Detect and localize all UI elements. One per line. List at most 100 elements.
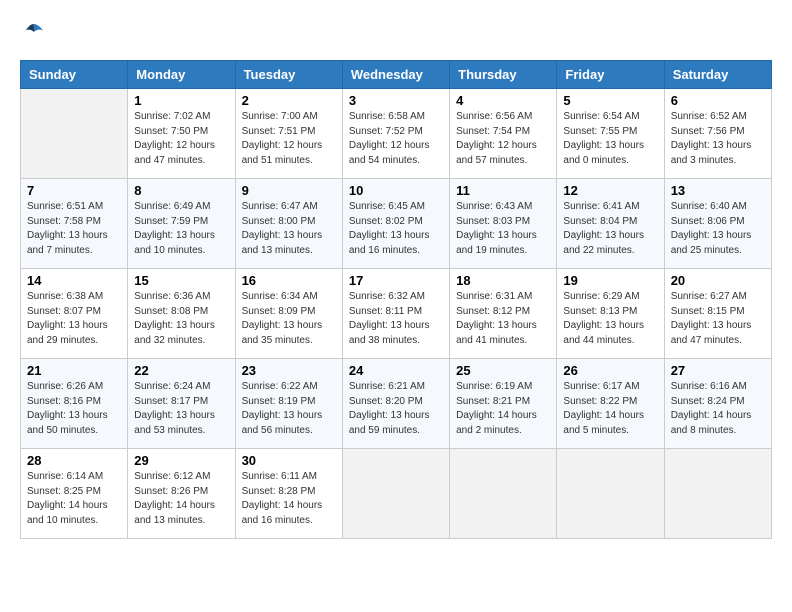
day-info: Sunrise: 6:22 AMSunset: 8:19 PMDaylight:… bbox=[242, 380, 336, 438]
weekday-header: Tuesday bbox=[235, 61, 342, 89]
day-number: 8 bbox=[134, 183, 228, 198]
day-info: Sunrise: 6:58 AMSunset: 7:52 PMDaylight:… bbox=[349, 110, 443, 168]
calendar-table: SundayMondayTuesdayWednesdayThursdayFrid… bbox=[20, 60, 772, 539]
page-header bbox=[20, 20, 772, 44]
day-number: 2 bbox=[242, 93, 336, 108]
weekday-header: Wednesday bbox=[342, 61, 449, 89]
day-info: Sunrise: 6:14 AMSunset: 8:25 PMDaylight:… bbox=[27, 470, 121, 528]
calendar-cell: 22 Sunrise: 6:24 AMSunset: 8:17 PMDayligh… bbox=[128, 359, 235, 449]
day-number: 7 bbox=[27, 183, 121, 198]
calendar-week-row: 14Sunrise: 6:38 AMSunset: 8:07 PMDayligh… bbox=[21, 269, 772, 359]
calendar-cell: 5Sunrise: 6:54 AMSunset: 7:55 PMDaylight… bbox=[557, 89, 664, 179]
calendar-cell: 2Sunrise: 7:00 AMSunset: 7:51 PMDaylight… bbox=[235, 89, 342, 179]
calendar-cell: 16 Sunrise: 6:34 AMSunset: 8:09 PMDayligh… bbox=[235, 269, 342, 359]
calendar-cell: 12 Sunrise: 6:41 AMSunset: 8:04 PMDayligh… bbox=[557, 179, 664, 269]
day-number: 23 bbox=[242, 363, 336, 378]
day-info: Sunrise: 6:16 AMSunset: 8:24 PMDaylight:… bbox=[671, 380, 765, 438]
day-number: 12 bbox=[563, 183, 657, 198]
day-number: 24 bbox=[349, 363, 443, 378]
day-number: 16 bbox=[242, 273, 336, 288]
day-info: Sunrise: 6:17 AMSunset: 8:22 PMDaylight:… bbox=[563, 380, 657, 438]
day-number: 6 bbox=[671, 93, 765, 108]
weekday-header: Monday bbox=[128, 61, 235, 89]
calendar-week-row: 1 Sunrise: 7:02 AMSunset: 7:50 PMDaylight… bbox=[21, 89, 772, 179]
calendar-cell: 7 Sunrise: 6:51 AMSunset: 7:58 PMDaylight… bbox=[21, 179, 128, 269]
day-info: Sunrise: 6:41 AMSunset: 8:04 PMDaylight:… bbox=[563, 200, 657, 258]
day-number: 22 bbox=[134, 363, 228, 378]
calendar-week-row: 7 Sunrise: 6:51 AMSunset: 7:58 PMDaylight… bbox=[21, 179, 772, 269]
day-info: Sunrise: 6:51 AMSunset: 7:58 PMDaylight:… bbox=[27, 200, 121, 258]
day-number: 18 bbox=[456, 273, 550, 288]
day-number: 20 bbox=[671, 273, 765, 288]
weekday-header: Friday bbox=[557, 61, 664, 89]
day-info: Sunrise: 6:34 AMSunset: 8:09 PMDaylight:… bbox=[242, 290, 336, 348]
day-info: Sunrise: 7:02 AMSunset: 7:50 PMDaylight:… bbox=[134, 110, 228, 168]
day-info: Sunrise: 6:43 AMSunset: 8:03 PMDaylight:… bbox=[456, 200, 550, 258]
day-number: 19 bbox=[563, 273, 657, 288]
calendar-cell: 3 Sunrise: 6:58 AMSunset: 7:52 PMDaylight… bbox=[342, 89, 449, 179]
day-info: Sunrise: 6:54 AMSunset: 7:55 PMDaylight:… bbox=[563, 110, 657, 168]
day-info: Sunrise: 6:29 AMSunset: 8:13 PMDaylight:… bbox=[563, 290, 657, 348]
calendar-cell: 15 Sunrise: 6:36 AMSunset: 8:08 PMDayligh… bbox=[128, 269, 235, 359]
day-number: 15 bbox=[134, 273, 228, 288]
day-number: 14 bbox=[27, 273, 121, 288]
calendar-cell: 6 Sunrise: 6:52 AMSunset: 7:56 PMDaylight… bbox=[664, 89, 771, 179]
day-number: 10 bbox=[349, 183, 443, 198]
calendar-cell: 27 Sunrise: 6:16 AMSunset: 8:24 PMDayligh… bbox=[664, 359, 771, 449]
logo-bird-icon bbox=[22, 20, 46, 44]
day-info: Sunrise: 6:27 AMSunset: 8:15 PMDaylight:… bbox=[671, 290, 765, 348]
day-info: Sunrise: 6:40 AMSunset: 8:06 PMDaylight:… bbox=[671, 200, 765, 258]
calendar-cell: 23 Sunrise: 6:22 AMSunset: 8:19 PMDayligh… bbox=[235, 359, 342, 449]
calendar-cell: 11 Sunrise: 6:43 AMSunset: 8:03 PMDayligh… bbox=[450, 179, 557, 269]
day-info: Sunrise: 6:21 AMSunset: 8:20 PMDaylight:… bbox=[349, 380, 443, 438]
calendar-cell bbox=[557, 449, 664, 539]
calendar-cell: 19 Sunrise: 6:29 AMSunset: 8:13 PMDayligh… bbox=[557, 269, 664, 359]
calendar-cell: 26 Sunrise: 6:17 AMSunset: 8:22 PMDayligh… bbox=[557, 359, 664, 449]
day-info: Sunrise: 6:45 AMSunset: 8:02 PMDaylight:… bbox=[349, 200, 443, 258]
calendar-cell: 21Sunrise: 6:26 AMSunset: 8:16 PMDayligh… bbox=[21, 359, 128, 449]
weekday-header: Sunday bbox=[21, 61, 128, 89]
calendar-cell: 17Sunrise: 6:32 AMSunset: 8:11 PMDayligh… bbox=[342, 269, 449, 359]
day-number: 1 bbox=[134, 93, 228, 108]
calendar-cell: 29 Sunrise: 6:12 AMSunset: 8:26 PMDayligh… bbox=[128, 449, 235, 539]
day-info: Sunrise: 6:19 AMSunset: 8:21 PMDaylight:… bbox=[456, 380, 550, 438]
day-number: 17 bbox=[349, 273, 443, 288]
calendar-cell bbox=[450, 449, 557, 539]
day-info: Sunrise: 6:56 AMSunset: 7:54 PMDaylight:… bbox=[456, 110, 550, 168]
calendar-cell: 13 Sunrise: 6:40 AMSunset: 8:06 PMDayligh… bbox=[664, 179, 771, 269]
calendar-header-row: SundayMondayTuesdayWednesdayThursdayFrid… bbox=[21, 61, 772, 89]
day-info: Sunrise: 6:36 AMSunset: 8:08 PMDaylight:… bbox=[134, 290, 228, 348]
day-info: Sunrise: 6:49 AMSunset: 7:59 PMDaylight:… bbox=[134, 200, 228, 258]
day-info: Sunrise: 6:31 AMSunset: 8:12 PMDaylight:… bbox=[456, 290, 550, 348]
day-number: 3 bbox=[349, 93, 443, 108]
calendar-cell: 1 Sunrise: 7:02 AMSunset: 7:50 PMDaylight… bbox=[128, 89, 235, 179]
calendar-cell: 20 Sunrise: 6:27 AMSunset: 8:15 PMDayligh… bbox=[664, 269, 771, 359]
day-number: 11 bbox=[456, 183, 550, 198]
calendar-week-row: 28Sunrise: 6:14 AMSunset: 8:25 PMDayligh… bbox=[21, 449, 772, 539]
day-number: 25 bbox=[456, 363, 550, 378]
calendar-cell: 30 Sunrise: 6:11 AMSunset: 8:28 PMDayligh… bbox=[235, 449, 342, 539]
day-number: 26 bbox=[563, 363, 657, 378]
day-info: Sunrise: 6:26 AMSunset: 8:16 PMDaylight:… bbox=[27, 380, 121, 438]
day-number: 30 bbox=[242, 453, 336, 468]
calendar-cell: 28Sunrise: 6:14 AMSunset: 8:25 PMDayligh… bbox=[21, 449, 128, 539]
day-number: 27 bbox=[671, 363, 765, 378]
calendar-cell: 10 Sunrise: 6:45 AMSunset: 8:02 PMDayligh… bbox=[342, 179, 449, 269]
day-info: Sunrise: 6:52 AMSunset: 7:56 PMDaylight:… bbox=[671, 110, 765, 168]
calendar-cell: 4 Sunrise: 6:56 AMSunset: 7:54 PMDaylight… bbox=[450, 89, 557, 179]
day-number: 13 bbox=[671, 183, 765, 198]
calendar-cell: 9Sunrise: 6:47 AMSunset: 8:00 PMDaylight… bbox=[235, 179, 342, 269]
calendar-cell bbox=[664, 449, 771, 539]
calendar-week-row: 21Sunrise: 6:26 AMSunset: 8:16 PMDayligh… bbox=[21, 359, 772, 449]
day-info: Sunrise: 6:12 AMSunset: 8:26 PMDaylight:… bbox=[134, 470, 228, 528]
calendar-cell: 14Sunrise: 6:38 AMSunset: 8:07 PMDayligh… bbox=[21, 269, 128, 359]
calendar-cell bbox=[342, 449, 449, 539]
calendar-cell: 24 Sunrise: 6:21 AMSunset: 8:20 PMDayligh… bbox=[342, 359, 449, 449]
day-info: Sunrise: 6:11 AMSunset: 8:28 PMDaylight:… bbox=[242, 470, 336, 528]
day-number: 4 bbox=[456, 93, 550, 108]
day-number: 29 bbox=[134, 453, 228, 468]
day-info: Sunrise: 6:47 AMSunset: 8:00 PMDaylight:… bbox=[242, 200, 336, 258]
calendar-cell: 8 Sunrise: 6:49 AMSunset: 7:59 PMDaylight… bbox=[128, 179, 235, 269]
weekday-header: Thursday bbox=[450, 61, 557, 89]
day-info: Sunrise: 6:24 AMSunset: 8:17 PMDaylight:… bbox=[134, 380, 228, 438]
